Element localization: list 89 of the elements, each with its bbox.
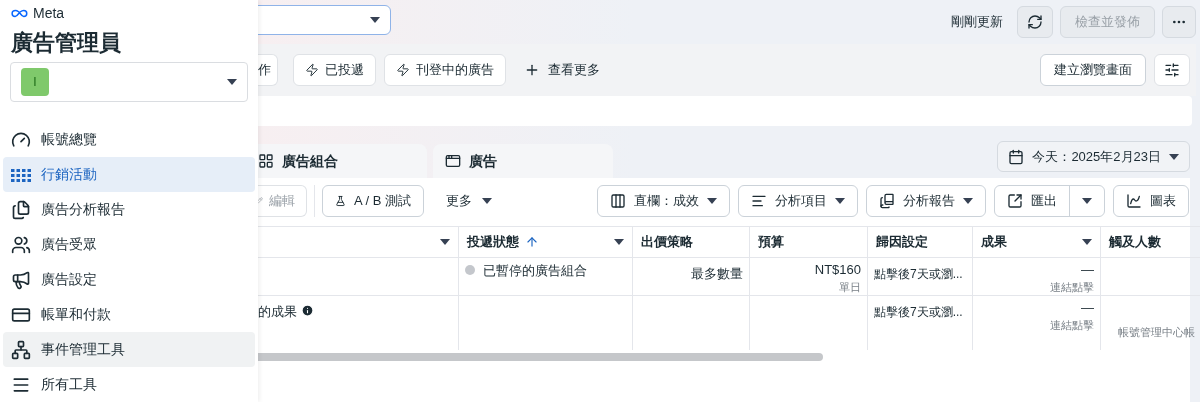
filter-chip[interactable]: 作	[258, 54, 278, 86]
columns-icon	[610, 193, 626, 209]
caret-icon	[835, 198, 845, 204]
reach-text: 帳號管理中心帳	[1118, 326, 1195, 338]
ab-test-button[interactable]: A / B 測試	[322, 185, 424, 217]
refresh-button[interactable]	[1017, 6, 1053, 38]
more-menu-button[interactable]: 更多	[436, 185, 502, 217]
results-type: 連結點擊	[1050, 318, 1094, 333]
create-view-button[interactable]: 建立瀏覽畫面	[1040, 54, 1146, 86]
documents-icon	[11, 199, 31, 220]
brand-name: Meta	[33, 4, 65, 23]
filter-chip[interactable]: 已投遞	[293, 54, 376, 86]
results-value: —	[1081, 299, 1094, 317]
more-button[interactable]	[1162, 6, 1196, 38]
reports-button[interactable]: 分析報告	[866, 185, 986, 217]
budget-period: 單日	[839, 280, 861, 295]
caret-icon	[1169, 153, 1179, 160]
update-status: 剛剛更新	[951, 13, 1003, 32]
info-icon	[301, 304, 314, 317]
column-header[interactable]: 投遞狀態	[458, 227, 632, 257]
account-avatar: I	[21, 68, 49, 96]
column-title: 歸因設定	[876, 233, 928, 252]
attribution-setting: 點擊後7天或瀏...	[874, 267, 963, 281]
caret-icon	[707, 198, 717, 204]
see-more-button[interactable]: 查看更多	[518, 54, 606, 86]
bid-strategy: 最多數量	[691, 266, 743, 281]
column-header[interactable]: 預算	[749, 227, 867, 257]
calendar-icon	[1008, 148, 1025, 165]
results-value: —	[1081, 261, 1094, 279]
window-icon	[445, 153, 461, 169]
megaphone-icon	[11, 269, 31, 290]
level-tab[interactable]: 廣告組合	[258, 144, 427, 178]
filter-chip[interactable]: 刊登中的廣告	[384, 54, 506, 86]
breakdown-icon	[751, 193, 767, 209]
column-title: 出價策略	[641, 233, 693, 252]
lightning-icon	[305, 63, 319, 77]
level-tab[interactable]: 廣告	[433, 144, 613, 178]
caret-icon	[440, 239, 450, 245]
app-title: 廣告管理員	[10, 29, 122, 57]
account-dropdown[interactable]: I	[10, 62, 248, 102]
lightning-icon	[396, 63, 410, 77]
sliders-icon	[1164, 62, 1180, 78]
nav-item[interactable]: 廣告設定	[3, 262, 255, 297]
grid-icon	[258, 153, 274, 169]
nav-item[interactable]: 廣告受眾	[3, 227, 255, 262]
column-title: 預算	[758, 233, 784, 252]
caret-icon	[227, 79, 237, 85]
reports-icon	[879, 193, 895, 209]
nav-item[interactable]: 事件管理工具	[3, 332, 255, 367]
chart-button[interactable]: 圖表	[1113, 185, 1189, 217]
status-text: 已暫停的廣告組合	[483, 262, 587, 280]
column-title: 成果	[981, 233, 1007, 252]
plus-icon	[524, 62, 540, 78]
people-icon	[11, 234, 31, 255]
budget-amount: NT$160	[814, 261, 861, 279]
nav-item[interactable]: 帳號總覽	[3, 122, 255, 157]
scrollbar[interactable]	[258, 353, 823, 361]
column-header[interactable]: 出價策略	[632, 227, 749, 257]
infinity-logo-icon	[11, 9, 29, 18]
column-header[interactable]: 歸因設定	[867, 227, 972, 257]
flask-icon	[335, 193, 346, 209]
column-title: 投遞狀態	[467, 233, 519, 252]
date-range-button[interactable]: 今天：2025年2月23日	[997, 141, 1190, 172]
column-header[interactable]: 觸及人數	[1100, 227, 1200, 257]
caret-icon	[482, 198, 492, 204]
nav-item[interactable]: 所有工具	[3, 367, 255, 402]
caret-icon	[1082, 198, 1092, 204]
results-type: 連結點擊	[1050, 280, 1094, 295]
network-icon	[11, 339, 31, 360]
caret-icon	[963, 198, 973, 204]
view-settings-button[interactable]	[1154, 54, 1190, 86]
column-header[interactable]: 成果	[972, 227, 1100, 257]
caret-icon	[1082, 239, 1092, 245]
nav-item[interactable]: 帳單和付款	[3, 297, 255, 332]
chart-icon	[1126, 193, 1142, 209]
campaign-dropdown[interactable]	[258, 4, 391, 35]
table-icon	[11, 166, 31, 183]
column-title: 觸及人數	[1109, 233, 1161, 252]
columns-button[interactable]: 直欄：成效	[597, 185, 730, 217]
caret-icon	[614, 239, 624, 245]
export-icon	[1007, 193, 1023, 209]
breakdown-button[interactable]: 分析項目	[738, 185, 858, 217]
export-button[interactable]: 匯出	[995, 186, 1070, 216]
attribution-setting: 點擊後7天或瀏...	[874, 305, 963, 319]
refresh-icon	[1027, 14, 1043, 30]
nav-item[interactable]: 廣告分析報告	[3, 192, 255, 227]
caret-icon	[370, 16, 380, 23]
row-name: 的成果	[258, 303, 297, 321]
nav-item[interactable]: 行銷活動	[3, 157, 255, 192]
